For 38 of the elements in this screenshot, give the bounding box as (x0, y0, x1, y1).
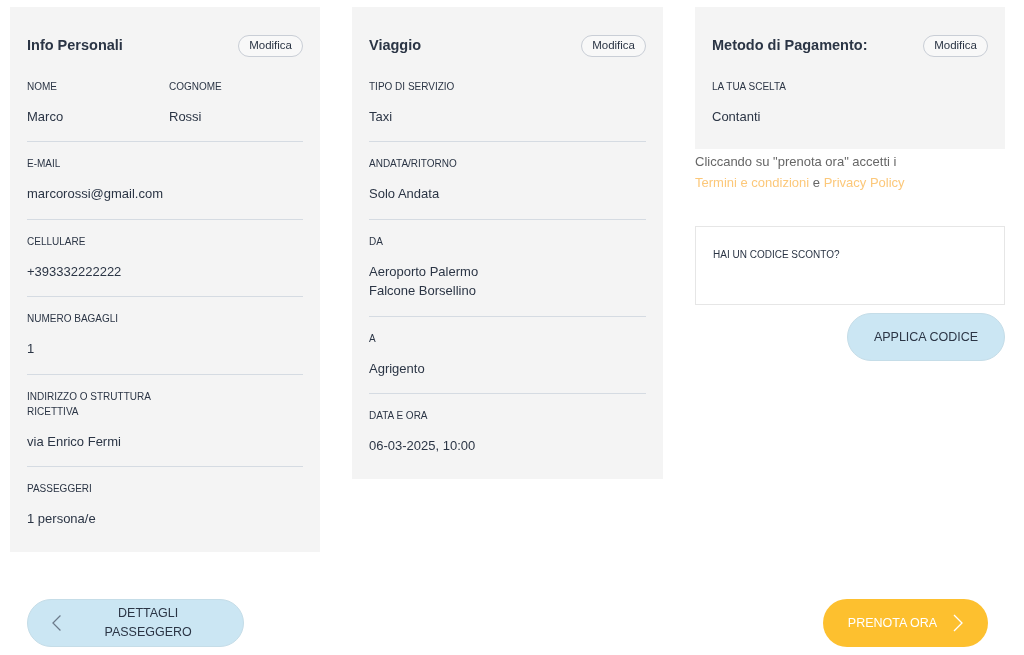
field-label: NOME (27, 79, 58, 94)
edit-button[interactable]: Modifica (581, 35, 646, 57)
apply-code-button[interactable]: APPLICA CODICE (847, 313, 1005, 362)
field-label: NUMERO BAGAGLI (27, 312, 120, 327)
field-label: LA TUA SCELTA (712, 79, 787, 94)
field-value: Solo Andata (369, 185, 441, 204)
card-title: Info Personali (27, 37, 123, 55)
chevron-right-icon (953, 614, 964, 632)
field-value: Marco (27, 107, 65, 126)
field-label: INDIRIZZO O STRUTTURA RICETTIVA (27, 389, 152, 419)
back-button[interactable]: DETTAGLI PASSEGGERO (27, 599, 244, 647)
field-label: A (369, 331, 377, 346)
field-value: 06-03-2025, 10:00 (369, 437, 477, 456)
field-label: COGNOME (169, 79, 223, 94)
field-label: TIPO DI SERVIZIO (369, 79, 456, 94)
edit-button[interactable]: Modifica (923, 35, 988, 57)
edit-button[interactable]: Modifica (238, 35, 303, 57)
field-value: Contanti (712, 107, 762, 126)
field-label: DA (369, 234, 384, 249)
card-title: Viaggio (369, 37, 422, 55)
field-label: ANDATA/RITORNO (369, 157, 458, 172)
field-label: DATA E ORA (369, 409, 429, 424)
field-value: Taxi (369, 107, 394, 126)
field-value: Aeroporto Palermo Falcone Borsellino (369, 262, 480, 301)
field-value: +393332222222 (27, 262, 123, 281)
terms-text: Cliccando su "prenota ora" accetti i Termini e condizioni e Privacy Policy (695, 153, 906, 193)
field-label: PASSEGGERI (27, 482, 93, 497)
field-value: Agrigento (369, 359, 426, 378)
field-value: via Enrico Fermi (27, 432, 122, 451)
chevron-left-icon (52, 614, 62, 632)
card-title: Metodo di Pagamento: (712, 37, 868, 55)
field-value: 1 (27, 340, 36, 359)
field-label: E-MAIL (27, 157, 62, 172)
field-label: CELLULARE (27, 234, 87, 249)
field-value: marcorossi@gmail.com (27, 185, 164, 204)
field-value: 1 persona/e (27, 510, 97, 529)
discount-code-field[interactable]: HAI UN CODICE SCONTO? (695, 226, 1005, 306)
field-value: Rossi (169, 107, 203, 126)
